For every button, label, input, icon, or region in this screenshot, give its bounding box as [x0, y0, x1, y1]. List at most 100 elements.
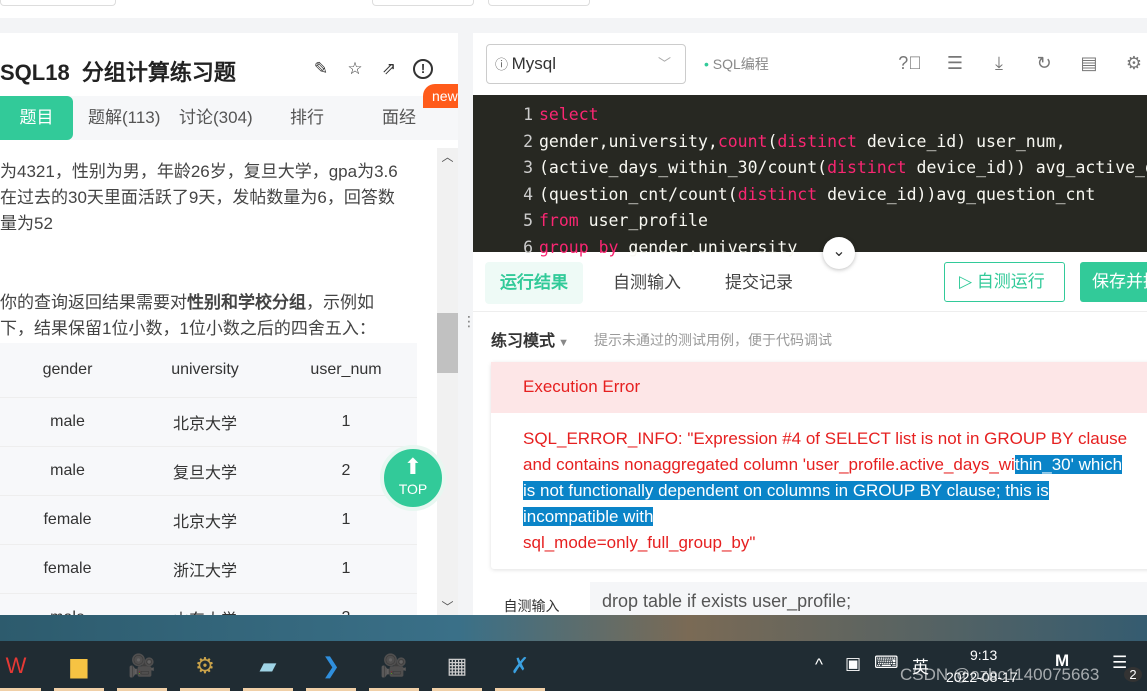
line-number: 2 — [523, 131, 533, 151]
scroll-down-icon[interactable]: ﹀ — [437, 598, 458, 615]
share-icon[interactable]: ⇗ — [379, 59, 399, 79]
problem-title: SQL18 分组计算练习题 — [0, 60, 236, 85]
chevron-down-icon: ﹀ — [657, 56, 671, 71]
top-button[interactable] — [372, 0, 474, 6]
refresh-icon[interactable]: ↻ — [1032, 51, 1056, 75]
top-button[interactable] — [0, 0, 116, 6]
table-row: male山东大学2 — [0, 594, 417, 615]
requirement-text: 下，结果保留1位小数，1位小数之后的四舍五入： — [0, 319, 376, 338]
gear-app-icon[interactable]: ⚙ — [189, 650, 221, 682]
calendar-icon[interactable]: ▤ — [1077, 51, 1101, 75]
download-icon[interactable]: ⤓ — [987, 51, 1011, 75]
network-icon[interactable]: ▣ — [845, 654, 861, 674]
top-label: TOP — [398, 481, 428, 497]
play-icon: ▷ — [959, 272, 977, 291]
panel-resizer[interactable]: ⋮ — [458, 33, 476, 615]
table-cell: 1 — [341, 511, 351, 528]
mode-hint: 提示未通过的测试用例，便于代码调试 — [594, 332, 832, 348]
code-token: ( — [767, 131, 778, 151]
editor-panel: ⓘ Mysql ﹀ • SQL编程 ?⃝ ☰ ⤓ ↻ ▤ ⚙ 1 select 2 ge… — [473, 33, 1147, 615]
scrollbar[interactable]: ︿ ﹀ — [437, 148, 458, 615]
code-token: device_id) user_num, — [856, 131, 1066, 151]
top-bar — [0, 0, 1147, 18]
tab-interview[interactable]: 面经 — [382, 96, 416, 140]
self-test-run-button[interactable]: ▷ 自测运行 — [944, 262, 1065, 302]
run-label: 自测运行 — [976, 272, 1045, 291]
tab-discussion[interactable]: 讨论(304) — [179, 96, 253, 140]
line-number: 3 — [523, 158, 533, 177]
table-row: female 浙江大学 1 — [0, 545, 417, 594]
code-token: gender,university, — [539, 131, 718, 151]
table-cell: 北京大学 — [172, 416, 237, 433]
notepad-icon[interactable]: ▰ — [252, 650, 284, 682]
table-cell: 1 — [341, 560, 351, 577]
table-cell: female — [43, 511, 92, 528]
language-value: Mysql — [511, 54, 557, 73]
edit-icon[interactable]: ✎ — [311, 59, 331, 79]
performance-monitor-icon[interactable]: ▦ — [441, 650, 473, 682]
star-icon[interactable]: ☆ — [345, 59, 365, 79]
self-test-input[interactable]: drop table if exists user_profile; — [590, 582, 1147, 615]
code-line: 3 (active_days_within_30/count(distinct d… — [473, 155, 1147, 182]
tag-label: SQL编程 — [712, 56, 769, 72]
requirement-part: ，示例如 — [306, 293, 374, 312]
requirement-part: 你的查询返回结果需要对 — [0, 293, 187, 312]
language-select[interactable]: ⓘ Mysql ﹀ — [486, 44, 686, 84]
video-recorder-icon[interactable]: 🎥 — [126, 650, 158, 682]
vscode-icon[interactable]: ❯ — [315, 650, 347, 682]
tab-run-result[interactable]: 运行结果 — [485, 262, 583, 304]
code-line: 1 select — [473, 102, 1147, 129]
wps-icon[interactable]: W — [0, 650, 32, 682]
settings-icon[interactable]: ⚙ — [1122, 51, 1146, 75]
tab-problem[interactable]: 题目 — [0, 96, 73, 140]
code-token: (active_days_within_30/count( — [539, 158, 828, 177]
requirement-text: 你的查询返回结果需要对性别和学校分组，示例如 — [0, 290, 430, 316]
example-table: gender university user_num male 北京大学 1 male… — [0, 343, 417, 615]
error-title: Execution Error — [491, 362, 1147, 413]
file-explorer-icon[interactable]: ▆ — [63, 650, 95, 682]
info-icon: ⓘ — [495, 57, 512, 72]
video-recorder-icon[interactable]: 🎥 — [378, 650, 410, 682]
table-cell: female — [43, 560, 92, 577]
help-icon[interactable]: ?⃝ — [898, 51, 922, 75]
table-cell: male — [50, 413, 85, 430]
table-header: gender university user_num — [0, 343, 417, 398]
taskbar: W ▆ 🎥 ⚙ ▰ ❯ 🎥 ▦ ✗ ^ ▣ ⌨ 英 9:13 2022-08-17 M ☰ 2 … — [0, 641, 1147, 691]
report-icon[interactable]: ! — [413, 59, 433, 79]
code-token: count — [717, 131, 768, 151]
top-button[interactable] — [488, 0, 590, 6]
save-submit-button[interactable]: 保存并提交 — [1080, 262, 1147, 302]
scrollbar-thumb[interactable] — [437, 313, 458, 373]
problem-panel: SQL18 分组计算练习题 ✎ ☆ ⇗ ! 题目 题解(113) 讨论(304)… — [0, 33, 458, 615]
sql-tag: • SQL编程 — [704, 54, 769, 74]
requirement-bold: 性别和学校分组 — [187, 293, 306, 312]
keyboard-icon[interactable]: ⌨ — [874, 653, 899, 673]
tab-submission-history[interactable]: 提交记录 — [710, 262, 808, 304]
code-token: device_id))avg_question_cnt — [817, 184, 1096, 204]
line-number: 5 — [523, 211, 533, 230]
table-row: male 复旦大学 2 — [0, 447, 417, 496]
tab-self-test-input[interactable]: 自测输入 — [598, 262, 696, 304]
problem-tabs: 题目 题解(113) 讨论(304) 排行 面经 — [0, 96, 458, 140]
column-header: user_num — [310, 361, 382, 378]
tab-ranking[interactable]: 排行 — [290, 96, 324, 140]
clock-time[interactable]: 9:13 — [970, 647, 997, 663]
code-token: distinct — [737, 184, 818, 204]
code-token: from — [539, 211, 579, 230]
code-token: device_id)) avg_active_days_within_30, — [916, 158, 1147, 177]
tab-solutions[interactable]: 题解(113) — [88, 96, 160, 140]
tool-icon[interactable]: ✗ — [504, 650, 536, 682]
code-editor[interactable]: 1 select 2 gender,university,count(distinct… — [473, 95, 1147, 257]
code-token: distinct — [777, 131, 857, 151]
back-to-top-button[interactable]: ⬆ TOP — [380, 445, 446, 511]
description-line: 量为52 — [0, 214, 53, 233]
code-token: (question_cnt/count( — [539, 184, 738, 204]
mode-select[interactable]: 练习模式 ▼ — [491, 327, 569, 351]
code-line: 2 gender,university,count(distinct device… — [473, 129, 1147, 156]
table-cell: 复旦大学 — [172, 465, 237, 482]
error-message: SQL_ERROR_INFO: "Expression #4 of SELECT… — [491, 413, 1131, 556]
scroll-up-icon[interactable]: ︿ — [437, 148, 458, 165]
description-line: 在过去的30天里面活跃了9天，发帖数量为6，回答数 — [0, 188, 395, 207]
chevron-up-icon[interactable]: ^ — [815, 655, 823, 675]
list-icon[interactable]: ☰ — [943, 51, 967, 75]
